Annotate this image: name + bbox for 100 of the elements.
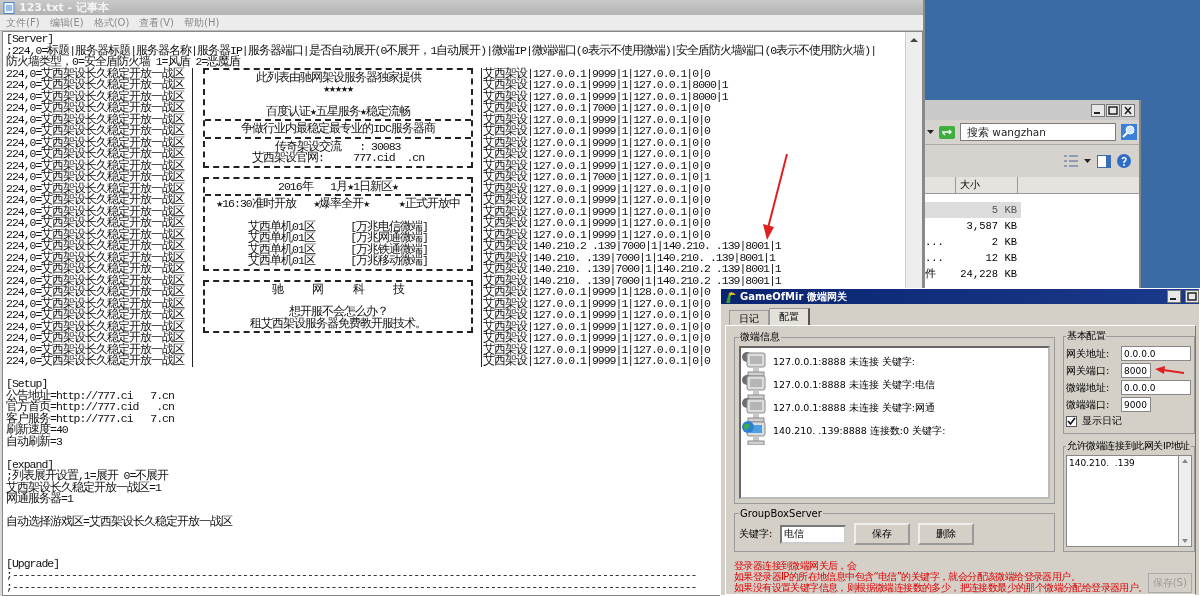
app-icon	[724, 290, 736, 303]
list-item[interactable]: 140.210. .139:8888 连接数:0 关键字:	[773, 425, 946, 438]
group-title: 基本配置	[1066, 330, 1107, 343]
banner-line: 想开服不会怎么办？	[288, 306, 388, 318]
search-field[interactable]: 搜索 wangzhan	[960, 123, 1116, 141]
checkbox[interactable]	[1066, 415, 1077, 427]
text-line: 224,0=艾西架设长久稳定开放一战区	[6, 90, 185, 102]
text-line: 224,0=艾西架设长久稳定开放一战区	[6, 125, 185, 137]
text-line: 224,0=艾西架设长久稳定开放一战区	[6, 343, 185, 355]
checkbox-label: 显示日记	[1082, 414, 1122, 428]
text-line: 艾西架设|127.0.0.1|9999|1|127.0.0.1|0|0	[483, 343, 710, 355]
text-line: 艾西架设长久稳定开放一战区=1	[6, 481, 161, 493]
field-label: 网关端口:	[1066, 363, 1111, 378]
text-line: ;224,0=标题|服务器标题|服务器名称|服务器IP|服务器端口|是否自动展开(0不展开，1自动展开)|微端IP|微端端口(0表示不使用微端)|安全盾防火墙端口(0表示不使用防火墙)|	[6, 44, 877, 56]
text-line: 刷新速度=40	[6, 424, 68, 436]
scrollbar[interactable]	[1179, 455, 1192, 547]
banner-line: 艾西单机01区 [万兆铁通微端]	[248, 243, 428, 255]
minimize-icon[interactable]	[1091, 103, 1105, 117]
file-row[interactable]: ... 2 KB	[925, 234, 1021, 250]
action-button[interactable]: 删除	[918, 523, 975, 545]
text-line: 艾西架设|127.0.0.1|9999|1|127.0.0.1|0|0	[483, 136, 710, 148]
text-line: 224,0=艾西架设长久稳定开放一战区	[6, 171, 185, 183]
text-line: 自动刷新=3	[6, 435, 62, 447]
banner-line: 2016年 1月★1日新区★	[278, 180, 398, 192]
text-line: 艾西架设|127.0.0.1|9999|1|127.0.0.1|0|0	[483, 194, 710, 206]
text-line: 224,0=艾西架设长久稳定开放一战区	[6, 148, 185, 160]
dropdown-icon[interactable]	[1084, 159, 1091, 163]
close-icon[interactable]	[1121, 103, 1135, 117]
file-row[interactable]: 件 24,228 KB	[925, 266, 1021, 282]
banner-line: ★★★★★	[323, 83, 353, 95]
text-line: [Setup]	[6, 378, 48, 390]
text-line: ;列表展开设置,1=展开 0=不展开	[6, 470, 169, 482]
banner-line: 艾西架设官网: 777.cid .cn	[251, 152, 425, 164]
text-line: 224,0=艾西架设长久稳定开放一战区	[6, 355, 185, 367]
text-line: 艾西架设|127.0.0.1|9999|1|127.0.0.1|0|0	[483, 355, 710, 367]
banner-line: 百度认证★五星服务★稳定流畅	[266, 105, 410, 117]
list-item[interactable]: 127.0.0.1:8888 未连接 关键字:	[773, 356, 915, 369]
action-button[interactable]: 保存	[854, 523, 911, 545]
text-line: 艾西架设|127.0.0.1|9999|1|127.0.0.1|0|0	[483, 182, 710, 194]
note-text: 登录器连接到微端网关后，会	[734, 560, 857, 571]
text-line: 224,0=艾西架设长久稳定开放一战区	[6, 217, 185, 229]
tab[interactable]: 日记	[729, 310, 769, 325]
window-title: GameOfMir 微端网关	[740, 289, 848, 304]
text-line: 防火墙类型，0=安全盾防火墙 1=风盾 2=恶魔盾	[6, 56, 241, 68]
text-line: 224,0=艾西架设长久稳定开放一战区	[6, 240, 185, 252]
tab[interactable]: 配置	[769, 308, 810, 325]
input-field[interactable]: 0.0.0.0	[1121, 380, 1191, 395]
text-line: 网通服务器=1	[6, 493, 73, 505]
text-line: 公告地址=http://777.ci 7.cn	[6, 389, 174, 401]
input-field[interactable]: 9000	[1121, 397, 1151, 412]
text-line: 艾西架设|127.0.0.1|9999|1|127.0.0.1|0|0	[483, 228, 710, 240]
text-line: 224,0=艾西架设长久稳定开放一战区	[6, 320, 185, 332]
maximize-icon[interactable]	[1185, 290, 1199, 303]
preview-pane-icon[interactable]	[1097, 154, 1111, 168]
dropdown-icon[interactable]	[927, 130, 934, 134]
annotation-arrow	[1155, 365, 1185, 377]
help-icon[interactable]	[1117, 154, 1131, 168]
group-title: 微端信息	[739, 330, 781, 344]
maximize-icon[interactable]	[1106, 103, 1120, 117]
file-row[interactable]: 5 KB	[925, 202, 1021, 218]
keyword-field[interactable]: 电信	[780, 524, 847, 544]
text-line: 224,0=艾西架设长久稳定开放一战区	[6, 309, 185, 321]
banner-line: 艾西单机01区 [万兆网通微端]	[248, 232, 428, 244]
list-item[interactable]: 127.0.0.1:8888 未连接 关键字:电信	[773, 379, 935, 392]
text-line: 艾西架设|127.0.0.1|9999|1|127.0.0.1|0|0	[483, 217, 710, 229]
text-line: 艾西架设|127.0.0.1|9999|1|127.0.0.1|0|0	[483, 309, 710, 321]
note-text: 如果没有设置关键字信息，则根据微端连接数的多少，把连接数最少的那个微端分配给登录器用户。	[734, 582, 1148, 593]
window-title: 123.txt - 记事本	[19, 0, 109, 15]
text-line: 艾西架设|127.0.0.1|9999|1|127.0.0.1|8000|1	[483, 79, 728, 91]
computer-icon	[741, 372, 769, 399]
text-line: 艾西架设|127.0.0.1|9999|1|127.0.0.1|0|0	[483, 297, 710, 309]
banner-line: 艾西单机01区 [万兆电信微端]	[248, 220, 428, 232]
text-line: 艾西架设|127.0.0.1|9999|1|127.0.0.1|0|0	[483, 159, 710, 171]
search-icon[interactable]	[1121, 124, 1137, 140]
input-field[interactable]: 8000	[1121, 363, 1151, 378]
text-line: 224,0=艾西架设长久稳定开放一战区	[6, 136, 185, 148]
input-field[interactable]: 0.0.0.0	[1121, 346, 1191, 361]
text-line: [expand]	[6, 458, 54, 470]
text-line: 客户服务=http://777.ci 7.cn	[6, 412, 174, 424]
list-item[interactable]: 127.0.0.1:8888 未连接 关键字:网通	[773, 402, 935, 415]
text-line: 艾西架设|127.0.0.1|9999|1|127.0.0.1|8000|1	[483, 90, 728, 102]
banner-line: 租艾西架设服务器免费教开服技术。	[250, 317, 426, 329]
text-line: 艾西架设|127.0.0.1|9999|1|127.0.0.1|0|0	[483, 113, 710, 125]
text-line: 224,0=艾西架设长久稳定开放一战区	[6, 113, 185, 125]
banner-line: 争做行业内最稳定最专业的IDC服务器商	[241, 123, 435, 135]
text-line: 艾西架设|127.0.0.1|7000|1|127.0.0.1|0|0	[483, 102, 710, 114]
text-line: 艾西架设|127.0.0.1|9999|1|127.0.0.1|0|0	[483, 148, 710, 160]
text-line: 艾西架设|140.210. .139|7000|1|140.210.2 .139|8001|1	[483, 263, 781, 275]
minimize-icon[interactable]	[1167, 290, 1181, 303]
ip-list-field[interactable]: 140.210. .139	[1066, 455, 1179, 547]
text-line: ;--------------------------------------------------------------------------------------------------------------------	[6, 580, 697, 592]
banner-line: 此列表由驰网架设服务器独家提供	[255, 71, 421, 83]
group-title: 允许微端连接到此网关IP地址	[1066, 440, 1191, 453]
text-line: 224,0=艾西架设长久稳定开放一战区	[6, 263, 185, 275]
file-row[interactable]: 3,587 KB	[925, 218, 1021, 234]
file-row[interactable]: ... 12 KB	[925, 250, 1021, 266]
banner-line: 艾西单机01区 [万兆移动微端]	[248, 255, 428, 267]
list-box[interactable]: 127.0.0.1:8888 未连接 关键字: 127.0.0.1:8888 未连接 关键字:电信 127.0.0.1:8888 未连接 关键字:网通 140.210. .139:8888 连接数:0 关键字:	[739, 346, 1050, 499]
text-line: 艾西架设|140.210. .139|7000|1|140.210. .139|8001|1	[483, 251, 775, 263]
refresh-icon[interactable]	[939, 125, 955, 139]
